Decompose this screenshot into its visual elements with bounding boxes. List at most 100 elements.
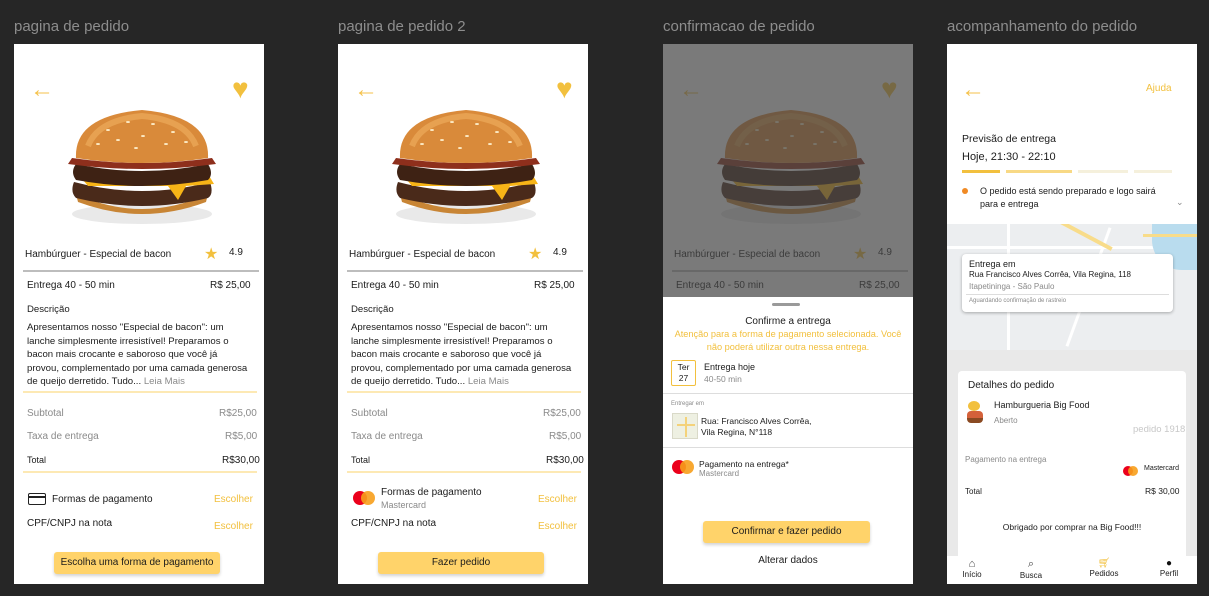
burger-image [58, 102, 226, 224]
address-line-2: Vila Regina, N°118 [701, 427, 773, 437]
payment-label: Pagamento na entrega [965, 455, 1047, 464]
favorite-heart-icon[interactable]: ♥ [556, 75, 573, 103]
burger-image [382, 102, 550, 224]
dim-overlay[interactable] [663, 44, 913, 297]
delivery-when: Entrega hoje [704, 362, 756, 372]
favorite-heart-icon[interactable]: ♥ [232, 75, 249, 103]
nav-orders[interactable]: 🛒︎ Pedidos [1082, 558, 1126, 578]
order-confirmation-screen: ← ♥ Hambúrguer - Especial de bacon ★ 4.9… [663, 44, 913, 584]
divider [23, 471, 257, 473]
frame-title: pagina de pedido [14, 18, 130, 35]
bottom-nav: ⌂ Início ⌕ Busca 🛒︎ Pedidos ● Perfil [947, 556, 1197, 584]
fee-label: Taxa de entrega [27, 431, 99, 442]
store-logo-icon [965, 401, 985, 425]
day-number: 27 [678, 373, 689, 383]
chevron-down-icon[interactable]: ⌄ [1176, 197, 1184, 208]
fee-label: Taxa de entrega [351, 431, 423, 442]
sheet-handle[interactable] [772, 303, 800, 306]
pay-on-delivery: Pagamento na entrega* [699, 459, 789, 469]
order-details-card: Detalhes do pedido Hamburgueria Big Food… [958, 371, 1186, 571]
details-title: Detalhes do pedido [968, 380, 1055, 391]
total-label: Total [351, 455, 371, 465]
mastercard-icon [1123, 466, 1138, 476]
frame-title: pagina de pedido 2 [338, 18, 466, 35]
cpf-label: CPF/CNPJ na nota [351, 518, 437, 529]
divider [23, 270, 259, 272]
divider [347, 391, 581, 393]
subtotal-value: R$25,00 [543, 408, 581, 419]
description-title: Descrição [27, 304, 70, 315]
divider [663, 393, 913, 394]
sheet-title: Confirme a entrega [745, 316, 831, 327]
delivery-time: Entrega 40 - 50 min [27, 280, 115, 291]
status-text: O pedido está sendo preparado e logo sai… [980, 186, 1156, 209]
order-number: pedido 1918 [1133, 424, 1186, 435]
nav-search[interactable]: ⌕ Busca [1011, 558, 1051, 580]
description-title: Descrição [351, 304, 394, 315]
delivery-window: 40-50 min [704, 374, 742, 384]
total-value: R$30,00 [546, 455, 584, 466]
product-price: R$ 25,00 [210, 280, 251, 291]
frame-title: confirmacao de pedido [663, 18, 815, 35]
nav-label: Perfil [1159, 569, 1179, 578]
tracking-city: Itapetininga - São Paulo [969, 282, 1055, 291]
rating-value: 4.9 [229, 247, 243, 258]
read-more-link[interactable]: Leia Mais [144, 376, 185, 387]
user-icon: ● [1165, 558, 1173, 569]
choose-cpf-link[interactable]: Escolher [214, 521, 253, 532]
choose-payment-link[interactable]: Escolher [214, 494, 253, 505]
choose-cpf-link[interactable]: Escolher [538, 521, 577, 532]
progress-step-3 [1078, 170, 1128, 173]
product-description: Apresentamos nosso "Especial de bacon": … [27, 322, 248, 388]
payment-label: Formas de pagamento [52, 494, 153, 505]
mastercard-icon [672, 460, 694, 474]
mastercard-icon [353, 491, 375, 505]
deliver-at-label: Entregar em [671, 401, 705, 407]
order-tracking-screen: ← Ajuda Previsão de entrega Hoje, 21:30 … [947, 44, 1197, 584]
choose-payment-button[interactable]: Escolha uma forma de pagamento [54, 552, 220, 574]
status-dot [962, 188, 968, 194]
back-arrow-icon[interactable]: ← [961, 78, 985, 102]
fee-value: R$5,00 [549, 431, 582, 442]
rating-value: 4.9 [553, 247, 567, 258]
help-link[interactable]: Ajuda [1146, 83, 1172, 94]
nav-label: Pedidos [1089, 569, 1119, 578]
progress-step-1 [962, 170, 1000, 173]
nav-profile[interactable]: ● Perfil [1149, 558, 1189, 578]
divider [23, 391, 257, 393]
address-line-1: Rua: Francisco Alves Corrêa, [701, 416, 812, 426]
confirm-order-button[interactable]: Confirmar e fazer pedido [703, 521, 870, 543]
date-badge: Ter 27 [671, 360, 696, 386]
total-value: R$ 30,00 [1145, 486, 1180, 496]
frame-title: acompanhamento do pedido [947, 18, 1138, 35]
change-data-link[interactable]: Alterar dados [663, 555, 913, 566]
total-label: Total [965, 487, 982, 496]
product-price: R$ 25,00 [534, 280, 575, 291]
nav-label: Início [962, 570, 982, 579]
divider [347, 471, 581, 473]
place-order-button[interactable]: Fazer pedido [378, 552, 544, 574]
subtotal-label: Subtotal [27, 408, 64, 419]
progress-step-4 [1134, 170, 1172, 173]
day-name: Ter [677, 362, 690, 372]
payment-method: Mastercard [381, 500, 427, 510]
tracking-address: Rua Francisco Alves Corrêa, Vila Regina,… [969, 270, 1132, 279]
product-name: Hambúrguer - Especial de bacon [349, 249, 496, 260]
store-status: Aberto [994, 416, 1018, 425]
divider [347, 270, 583, 272]
divider [966, 294, 1169, 295]
back-arrow-icon[interactable]: ← [30, 78, 54, 102]
fee-value: R$5,00 [225, 431, 258, 442]
back-arrow-icon[interactable]: ← [354, 78, 378, 102]
delivery-address-card: Entrega em Rua Francisco Alves Corrêa, V… [962, 254, 1173, 312]
nav-home[interactable]: ⌂ Início [952, 558, 992, 579]
forecast-time: Hoje, 21:30 - 22:10 [962, 151, 1056, 163]
read-more-link[interactable]: Leia Mais [468, 376, 509, 387]
choose-payment-link[interactable]: Escolher [538, 494, 577, 505]
payment-warning: Atenção para a forma de pagamento seleci… [674, 329, 902, 352]
deliver-to-label: Entrega em [969, 259, 1016, 269]
payment-method: Mastercard [1144, 465, 1180, 472]
payment-label: Formas de pagamento [381, 487, 482, 498]
delivery-time: Entrega 40 - 50 min [351, 280, 439, 291]
forecast-label: Previsão de entrega [962, 133, 1056, 145]
